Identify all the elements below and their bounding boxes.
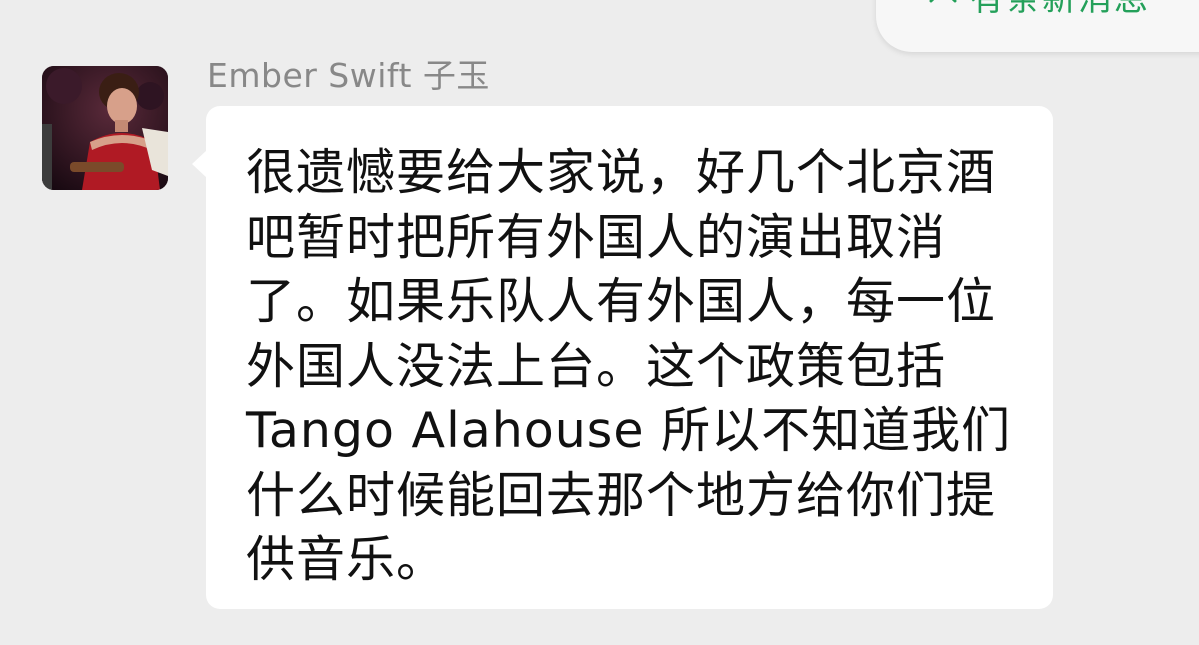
avatar[interactable]: [42, 66, 168, 190]
sender-name: Ember Swift 子玉: [207, 56, 490, 95]
new-messages-label: 有条新消息: [970, 0, 1150, 16]
bubble-tail: [192, 150, 207, 178]
chevron-up-icon: [928, 0, 958, 4]
message-text: 很遗憾要给大家说，好几个北京酒 吧暂时把所有外国人的演出取消 了。如果乐队人有外…: [246, 144, 1012, 588]
new-messages-banner[interactable]: 有条新消息: [876, 0, 1199, 52]
